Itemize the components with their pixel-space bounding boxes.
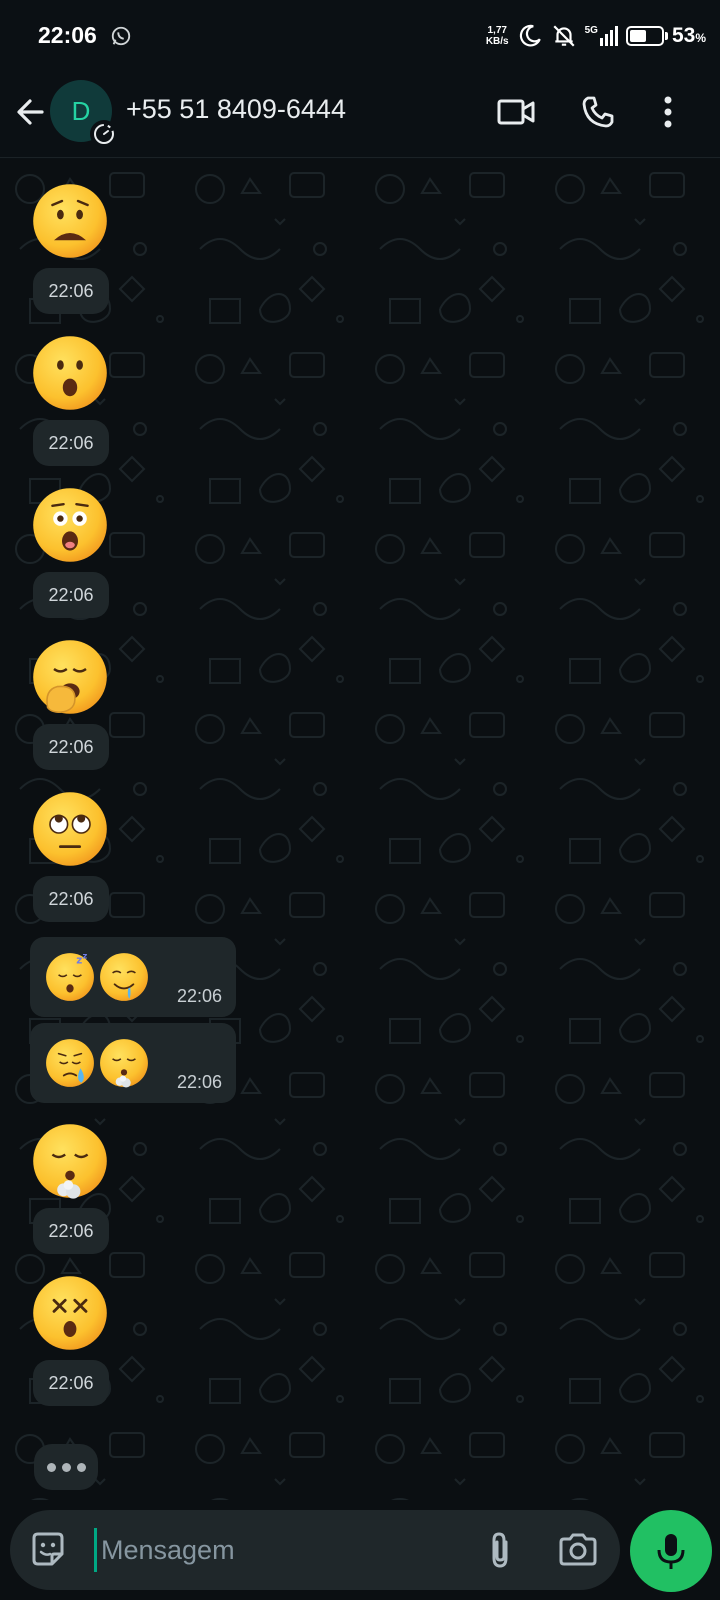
battery-fill: [629, 30, 646, 42]
chat-header: D +55 51 8409-6444: [0, 72, 720, 158]
svg-text:z: z: [76, 954, 82, 966]
phone-icon: [582, 96, 614, 128]
voice-message-button[interactable]: [630, 1510, 712, 1592]
message-composer: Mensagem: [10, 1510, 620, 1590]
bell-off-icon: [553, 25, 575, 47]
attach-paperclip-icon[interactable]: [478, 1528, 522, 1572]
sad-but-relieved-face-emoji: [44, 1037, 96, 1094]
astonished-face-emoji-message[interactable]: [30, 485, 110, 565]
message-time: 22:06: [33, 876, 109, 922]
message-input[interactable]: Mensagem: [94, 1528, 454, 1572]
anguished-face-emoji-message[interactable]: [30, 181, 110, 261]
face-exhaling-emoji: [98, 1037, 150, 1094]
camera-icon[interactable]: [556, 1528, 600, 1572]
message-bubble[interactable]: 22:06: [30, 1023, 236, 1103]
drooling-face-emoji: [98, 951, 150, 1008]
battery-icon: 53%: [625, 24, 706, 48]
chat-area[interactable]: 22:06 22:06 22:06 22:06 22:06 zz 22:06 2…: [0, 159, 720, 1500]
battery-percent: 53%: [671, 24, 706, 47]
avatar-letter: D: [71, 95, 91, 126]
video-camera-icon: [497, 99, 535, 125]
whatsapp-notification-icon: [111, 26, 131, 46]
network-speed-value: 1,77: [487, 25, 507, 36]
more-vert-icon: [664, 96, 672, 128]
message-time: 22:06: [176, 986, 222, 1006]
face-with-open-mouth-emoji-message[interactable]: [30, 333, 110, 413]
face-exhaling-emoji-message[interactable]: [30, 1121, 110, 1201]
message-time: 22:06: [33, 1208, 109, 1254]
video-call-button[interactable]: [494, 90, 538, 134]
message-time: 22:06: [33, 1360, 109, 1406]
svg-text:z: z: [82, 951, 87, 960]
network-type: 5G: [584, 25, 598, 36]
more-options-button[interactable]: [646, 90, 690, 134]
sticker-emoji-icon[interactable]: [28, 1530, 68, 1570]
network-speed-unit: KB/s: [485, 36, 509, 47]
message-list: 22:06 22:06 22:06 22:06 22:06 zz 22:06 2…: [0, 159, 720, 1500]
contact-name[interactable]: +55 51 8409-6444: [126, 94, 346, 125]
network-speed: 1,77 KB/s: [486, 25, 509, 47]
back-arrow-icon[interactable]: [12, 92, 52, 132]
typing-indicator: [34, 1444, 98, 1490]
face-with-crossed-out-eyes-emoji-message[interactable]: [30, 1273, 110, 1353]
message-time: 22:06: [176, 1072, 222, 1092]
microphone-icon: [657, 1534, 685, 1569]
face-with-rolling-eyes-emoji-message[interactable]: [30, 789, 110, 869]
disappearing-timer-icon: [90, 120, 118, 148]
composer-bar: Mensagem: [0, 1500, 720, 1600]
yawning-face-emoji-message[interactable]: [30, 637, 110, 717]
moon-icon: [519, 24, 541, 47]
status-bar: 22:06 1,77 KB/s 5G 53%: [0, 0, 720, 72]
sleeping-face-emoji: zz: [44, 950, 96, 1008]
status-time: 22:06: [38, 22, 97, 48]
voice-call-button[interactable]: [576, 90, 620, 134]
message-time: 22:06: [33, 268, 109, 314]
message-time: 22:06: [33, 420, 109, 466]
message-time: 22:06: [33, 724, 109, 770]
message-bubble[interactable]: zz 22:06: [30, 937, 236, 1017]
status-indicators: 1,77 KB/s 5G 53%: [486, 20, 706, 52]
message-time: 22:06: [33, 572, 109, 618]
signal-icon: 5G: [585, 26, 618, 46]
